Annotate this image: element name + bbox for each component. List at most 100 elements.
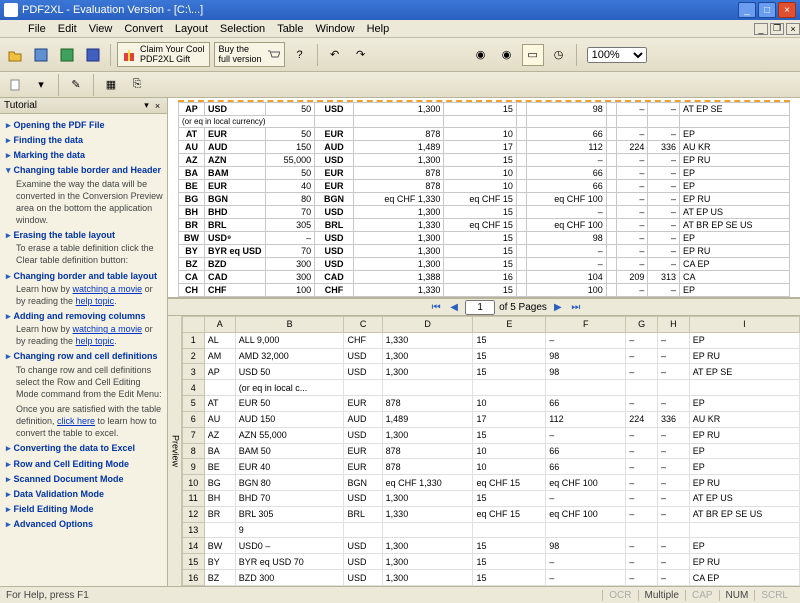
export-word-button[interactable] — [82, 44, 104, 66]
page-input[interactable] — [465, 300, 495, 315]
pdf-row[interactable]: BEEUR40EUR8781066––EP — [179, 180, 790, 193]
pdf-row[interactable]: AZAZN55,000USD1,30015–––EP RU — [179, 154, 790, 167]
sheet-row[interactable]: 9BEEUR 40EUR8781066––EP — [182, 459, 799, 475]
menu-convert[interactable]: Convert — [118, 22, 169, 36]
tutorial-body: Once you are satisfied with the table de… — [16, 403, 163, 439]
menu-edit[interactable]: Edit — [52, 22, 83, 36]
sheet-row[interactable]: 11BHBHD 70USD1,30015–––AT EP US — [182, 490, 799, 506]
close-button[interactable]: × — [778, 2, 796, 18]
pager: ⏮ ◀ of 5 Pages ▶ ⏭ — [168, 298, 800, 316]
menu-file[interactable]: File — [22, 22, 52, 36]
pdf-row[interactable]: BWUSD⁹–USD1,3001598––EP — [179, 232, 790, 245]
pdf-preview[interactable]: APUSD50USD1,3001598––AT EP SE(or eq in l… — [168, 98, 800, 298]
tutorial-close[interactable]: × — [152, 100, 163, 111]
page-prev[interactable]: ◀ — [447, 300, 461, 314]
tutorial-topic[interactable]: Field Editing Mode — [6, 503, 163, 515]
pdf-row[interactable]: BHBHD70USD1,30015–––AT EP US — [179, 206, 790, 219]
sheet-row[interactable]: 3APUSD 50USD1,3001598––AT EP SE — [182, 364, 799, 380]
pdf-row[interactable]: BGBGN80BGNeq CHF 1,330eq CHF 15eq CHF 10… — [179, 193, 790, 206]
tool-clock[interactable]: ◷ — [548, 44, 570, 66]
new-doc-button[interactable] — [4, 74, 26, 96]
open-button[interactable] — [4, 44, 26, 66]
sheet-row[interactable]: 16BZBZD 300USD1,30015–––CA EP — [182, 570, 799, 586]
col-header[interactable]: H — [657, 317, 689, 333]
tutorial-topic[interactable]: Adding and removing columns — [6, 310, 163, 322]
menu-view[interactable]: View — [83, 22, 119, 36]
tutorial-topic[interactable]: Row and Cell Editing Mode — [6, 458, 163, 470]
page-next[interactable]: ▶ — [551, 300, 565, 314]
toolbar-main: Claim Your CoolPDF2XL Gift Buy thefull v… — [0, 38, 800, 72]
col-header[interactable]: I — [689, 317, 799, 333]
sheet-row[interactable]: 12BRBRL 305BRL1,330eq CHF 15eq CHF 100––… — [182, 506, 799, 522]
edit-button[interactable]: ✎ — [65, 74, 87, 96]
pdf-row[interactable]: CHCHF100CHF1,33015100––EP — [179, 284, 790, 297]
tutorial-topic[interactable]: Erasing the table layout — [6, 229, 163, 241]
menu-selection[interactable]: Selection — [214, 22, 271, 36]
col-header[interactable]: A — [204, 317, 235, 333]
sheet-row[interactable]: 7AZAZN 55,000USD1,30015–––EP RU — [182, 427, 799, 443]
sheet-row[interactable]: 6AUAUD 150AUD1,48917112224336AU KR — [182, 411, 799, 427]
col-header[interactable]: B — [235, 317, 344, 333]
tutorial-topic[interactable]: Converting the data to Excel — [6, 442, 163, 454]
tool-cd1[interactable]: ◉ — [470, 44, 492, 66]
minimize-button[interactable]: _ — [738, 2, 756, 18]
tutorial-dropdown[interactable]: ▾ — [141, 100, 152, 111]
tutorial-topic[interactable]: Marking the data — [6, 149, 163, 161]
sheet-row[interactable]: 1ALALL 9,000CHF1,33015–––EP — [182, 332, 799, 348]
redo-button[interactable]: ↷ — [350, 44, 372, 66]
menu-window[interactable]: Window — [309, 22, 360, 36]
help-button[interactable]: ? — [289, 44, 311, 66]
tool-cd2[interactable]: ◉ — [496, 44, 518, 66]
maximize-button[interactable]: □ — [758, 2, 776, 18]
zoom-select[interactable]: 100% — [587, 47, 647, 63]
pdf-row[interactable]: APUSD50USD1,3001598––AT EP SE — [179, 103, 790, 116]
mdi-minimize[interactable]: _ — [754, 23, 768, 35]
save-button[interactable] — [30, 44, 52, 66]
tutorial-topic[interactable]: Scanned Document Mode — [6, 473, 163, 485]
pdf-row[interactable]: BZBZD300USD1,30015–––CA EP — [179, 258, 790, 271]
tool-toggle[interactable]: ▭ — [522, 44, 544, 66]
promo-gift[interactable]: Claim Your CoolPDF2XL Gift — [117, 42, 210, 68]
sheet-row[interactable]: 5ATEUR 50EUR8781066––EP — [182, 396, 799, 412]
col-header[interactable]: E — [473, 317, 546, 333]
tutorial-topic[interactable]: Finding the data — [6, 134, 163, 146]
page-last[interactable]: ⏭ — [569, 300, 583, 314]
sheet-row[interactable]: 2AMAMD 32,000USD1,3001598––EP RU — [182, 348, 799, 364]
pdf-row[interactable]: BRBRL305BRL1,330eq CHF 15eq CHF 100––AT … — [179, 219, 790, 232]
export-excel-button[interactable] — [56, 44, 78, 66]
bookmark-button[interactable]: ▾ — [30, 74, 52, 96]
sheet-row[interactable]: 14BWUSD0 –USD1,3001598––EP — [182, 538, 799, 554]
pdf-row[interactable]: CACAD300CAD1,38816104209313CA — [179, 271, 790, 284]
mdi-restore[interactable]: ❐ — [770, 23, 784, 35]
mdi-close[interactable]: × — [786, 23, 800, 35]
menu-layout[interactable]: Layout — [169, 22, 214, 36]
spreadsheet-preview[interactable]: Preview ABCDEFGHI1ALALL 9,000CHF1,33015–… — [168, 316, 800, 586]
menu-table[interactable]: Table — [271, 22, 309, 36]
sheet-row[interactable]: 10BGBGN 80BGNeq CHF 1,330eq CHF 15eq CHF… — [182, 475, 799, 491]
tutorial-topic[interactable]: Data Validation Mode — [6, 488, 163, 500]
sheet-row[interactable]: 8BABAM 50EUR8781066––EP — [182, 443, 799, 459]
tutorial-topic[interactable]: Changing table border and Header — [6, 164, 163, 176]
col-header[interactable]: D — [382, 317, 473, 333]
tutorial-topic[interactable]: Opening the PDF File — [6, 119, 163, 131]
page-first[interactable]: ⏮ — [429, 300, 443, 314]
promo-buy[interactable]: Buy thefull version — [214, 42, 285, 68]
link-button[interactable]: ⎘ — [126, 74, 148, 96]
sheet-row[interactable]: 4(or eq in local c... — [182, 380, 799, 396]
tutorial-topic[interactable]: Changing border and table layout — [6, 270, 163, 282]
pdf-row[interactable]: BABAM50EUR8781066––EP — [179, 167, 790, 180]
col-header[interactable]: G — [626, 317, 658, 333]
menu-help[interactable]: Help — [361, 22, 396, 36]
pdf-row[interactable]: ATEUR50EUR8781066––EP — [179, 128, 790, 141]
pdf-row[interactable]: AUAUD150AUD1,48917112224336AU KR — [179, 141, 790, 154]
sheet-row[interactable]: 139 — [182, 522, 799, 538]
pdf-row[interactable]: BYBYR eq USD70USD1,30015–––EP RU — [179, 245, 790, 258]
tutorial-topic[interactable]: Advanced Options — [6, 518, 163, 530]
tutorial-topic[interactable]: Changing row and cell definitions — [6, 350, 163, 362]
status-ocr: OCR — [602, 590, 637, 601]
undo-button[interactable]: ↶ — [324, 44, 346, 66]
calendar-button[interactable]: ▦ — [100, 74, 122, 96]
sheet-row[interactable]: 15BYBYR eq USD 70USD1,30015–––EP RU — [182, 554, 799, 570]
col-header[interactable]: C — [344, 317, 382, 333]
col-header[interactable]: F — [546, 317, 626, 333]
